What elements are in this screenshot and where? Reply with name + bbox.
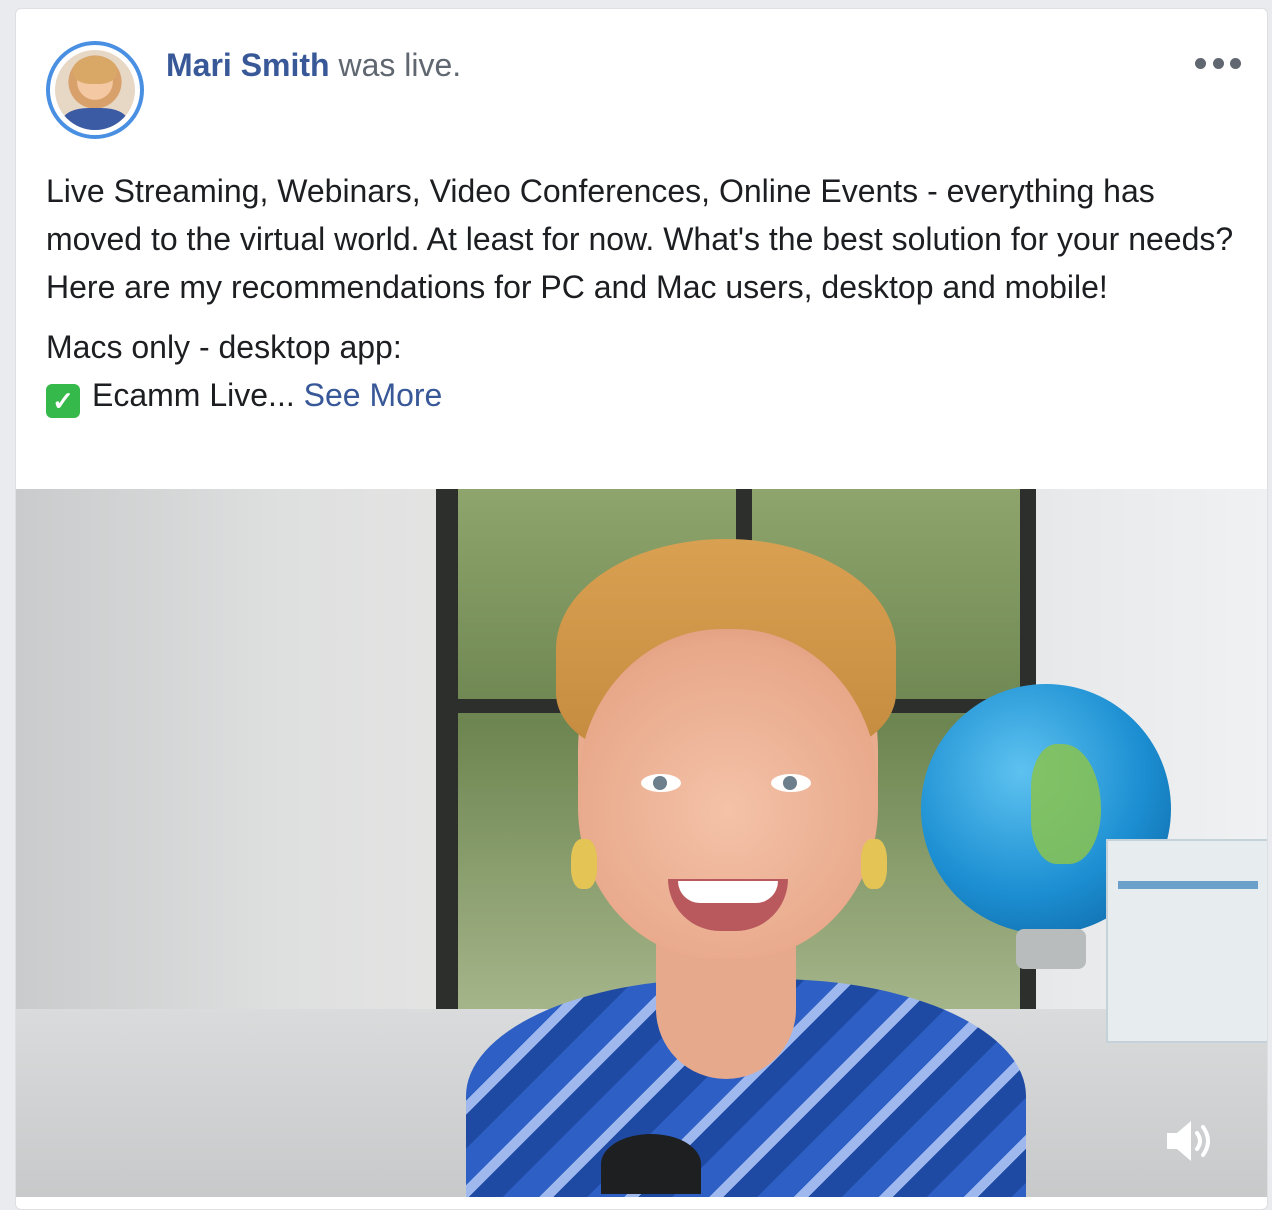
globe-land bbox=[1031, 744, 1101, 864]
video-player[interactable] bbox=[16, 489, 1267, 1197]
presenter-eye-right bbox=[771, 774, 811, 792]
post-text: Live Streaming, Webinars, Video Conferen… bbox=[46, 167, 1246, 419]
checkmark-icon: ✓ bbox=[46, 384, 80, 418]
presenter-earring-left bbox=[571, 839, 597, 889]
avatar[interactable] bbox=[55, 50, 135, 130]
post-card: Mari Smith was live. Live Streaming, Web… bbox=[15, 8, 1268, 1210]
presenter-neck bbox=[656, 939, 796, 1079]
post-paragraph: Live Streaming, Webinars, Video Conferen… bbox=[46, 173, 1234, 305]
post-line-ecamm: ✓ Ecamm Live... See More bbox=[46, 371, 1246, 419]
books-image bbox=[1106, 839, 1267, 1043]
profile-avatar-ring[interactable] bbox=[46, 41, 144, 139]
speaker-icon[interactable] bbox=[1161, 1113, 1217, 1169]
presenter-earring-right bbox=[861, 839, 887, 889]
post-line-macs: Macs only - desktop app: bbox=[46, 329, 402, 365]
live-status-text: was live. bbox=[329, 47, 462, 83]
ecamm-text: Ecamm Live... bbox=[92, 377, 304, 413]
more-dot bbox=[1230, 57, 1241, 69]
presenter-image bbox=[456, 509, 1026, 1197]
window-frame bbox=[436, 489, 458, 1009]
presenter-eye-left bbox=[641, 774, 681, 792]
presenter-teeth bbox=[678, 881, 778, 903]
microphone-image bbox=[601, 1134, 701, 1194]
see-more-link[interactable]: See More bbox=[304, 377, 443, 413]
book-stripe bbox=[1118, 881, 1258, 889]
post-header: Mari Smith was live. bbox=[16, 9, 1267, 149]
globe-stand bbox=[1016, 929, 1086, 969]
post-title-line: Mari Smith was live. bbox=[166, 45, 461, 85]
avatar-hair bbox=[73, 56, 117, 84]
avatar-shirt bbox=[63, 108, 127, 130]
more-dot bbox=[1195, 57, 1206, 69]
author-name-link[interactable]: Mari Smith bbox=[166, 47, 330, 83]
more-dot bbox=[1212, 57, 1224, 69]
more-options-icon[interactable] bbox=[1195, 53, 1241, 73]
